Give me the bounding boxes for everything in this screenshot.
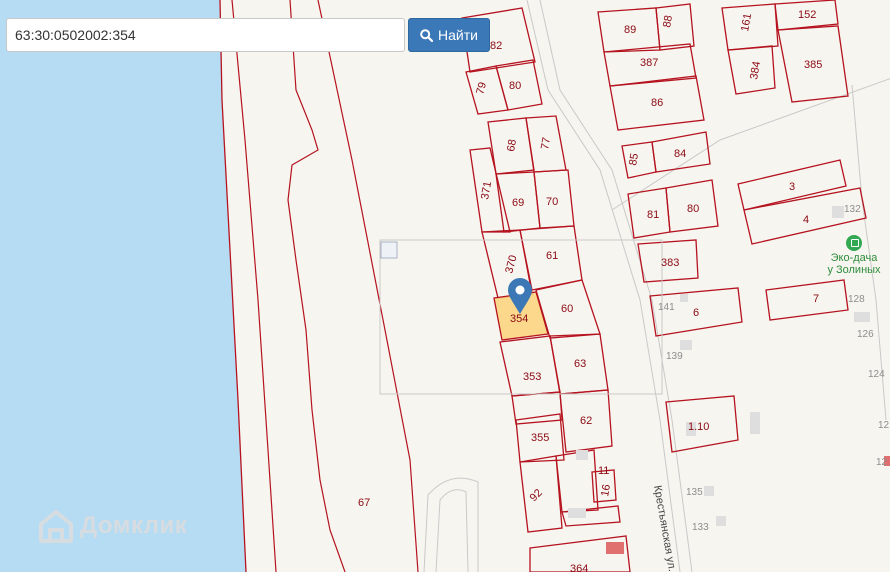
parcel-label: 385 [804, 59, 822, 71]
building-red [606, 542, 624, 554]
house-number: 128 [848, 294, 865, 305]
parcel-label: 11 [598, 465, 609, 477]
house-number: 139 [666, 351, 683, 362]
house-number: 12 [878, 420, 890, 431]
parcel-label: 62 [580, 415, 592, 427]
parcel-label: 80 [509, 80, 521, 92]
parcel-label: 364 [570, 563, 588, 572]
parcel-label: 60 [561, 303, 573, 315]
parcel [765, 279, 849, 321]
parcel-label: 77 [539, 136, 553, 150]
house-number: 132 [844, 204, 861, 215]
parcel-label: 387 [640, 57, 658, 69]
building [750, 412, 760, 434]
parcel-label: 86 [651, 97, 663, 109]
parcel-label: 6 [693, 307, 699, 319]
parcel-label: 353 [523, 371, 541, 383]
search-button-label: Найти [438, 27, 478, 43]
shop-icon [846, 235, 862, 251]
road-edge [423, 477, 479, 572]
search-bar: Найти [6, 18, 490, 52]
parcel-label: 82 [490, 40, 502, 52]
search-button[interactable]: Найти [408, 18, 490, 52]
parcel-label: 70 [546, 196, 558, 208]
building [704, 486, 714, 496]
parcel-label: 69 [512, 197, 524, 209]
building [854, 312, 870, 322]
parcel-label: 88 [661, 14, 675, 28]
parcel-label: 67 [358, 497, 370, 509]
parcel-label: 152 [798, 9, 816, 21]
parcel-label: 68 [505, 138, 519, 152]
house-number: 124 [868, 369, 885, 380]
parcel-label: 63 [574, 358, 586, 370]
water-body [0, 0, 246, 572]
parcel-label: 16 [599, 483, 613, 497]
house-number: 133 [692, 522, 709, 533]
house-number: 12 [876, 457, 888, 468]
house-number: 135 [686, 487, 703, 498]
broken-image-icon [380, 241, 398, 259]
house-logo-icon [39, 510, 73, 543]
parcel-label: 161 [739, 12, 754, 32]
house-number: 126 [857, 329, 874, 340]
building [832, 206, 844, 218]
parcel-label: 1.10 [688, 421, 709, 433]
parcel-label: 81 [647, 209, 659, 221]
parcel-label: 354 [510, 313, 528, 325]
parcel-label: 384 [748, 60, 763, 80]
poi-name-line2: у Золиных [827, 264, 881, 276]
cadastral-number-input[interactable] [6, 18, 405, 52]
parcel-label: 370 [503, 254, 519, 275]
parcel-label: 79 [474, 81, 489, 96]
cadastral-map[interactable]: 82 79 80 89 88 161 152 387 384 385 86 68… [0, 0, 890, 572]
building [568, 508, 586, 518]
building [680, 340, 692, 350]
parcel-label: 80 [687, 203, 699, 215]
parcel-label: 355 [531, 432, 549, 444]
building [576, 450, 588, 460]
parcel-label: 84 [674, 148, 686, 160]
parcel-label: 7 [813, 293, 819, 305]
parcel-label: 3 [789, 181, 795, 193]
parcel-label: 371 [479, 180, 494, 200]
poi-eco-dacha[interactable]: Эко-дача у Золиных [822, 235, 886, 276]
domclick-logo: Домклик [38, 508, 187, 544]
parcel-label: 61 [546, 250, 558, 262]
parcel-label: 89 [624, 24, 636, 36]
parcel-label: 92 [528, 487, 545, 504]
riverside-strip-inner [317, 0, 419, 572]
road-edge [435, 489, 469, 572]
poi-name-line1: Эко-дача [830, 252, 878, 264]
logo-name: Домклик [80, 512, 188, 539]
search-icon [420, 28, 434, 42]
building [680, 294, 688, 302]
parcel-label: 4 [803, 214, 809, 226]
parcel-label: 383 [661, 257, 679, 269]
parcel-label: 85 [627, 152, 641, 166]
building [716, 516, 726, 526]
house-number: 141 [658, 302, 675, 313]
